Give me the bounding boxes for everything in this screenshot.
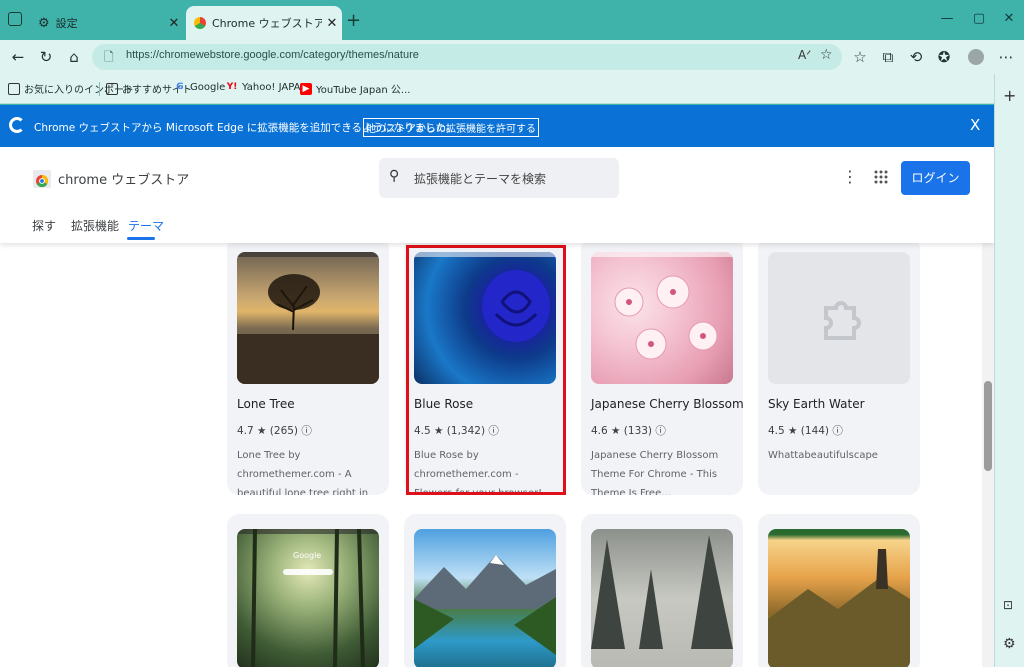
collections-icon[interactable]: ⧉	[876, 46, 900, 68]
theme-thumbnail	[591, 529, 733, 667]
yahoo-icon: Y!	[226, 82, 238, 92]
tab-webstore[interactable]: Chrome ウェブストア - 自然と風景 ✕	[186, 6, 342, 40]
theme-name: Sky Earth Water	[768, 397, 865, 411]
search-icon: ⚲	[389, 168, 400, 184]
extensions-icon[interactable]: ✪	[932, 46, 956, 68]
close-notification-button[interactable]: X	[970, 116, 980, 134]
webstore-page: chrome ウェブストア ⚲ 拡張機能とテーマを検索 ⋮ ログイン 探す 拡張…	[0, 147, 994, 667]
theme-card-highlands[interactable]	[758, 514, 920, 667]
notification-bar: Chrome ウェブストアから Microsoft Edge に拡張機能を追加で…	[0, 105, 994, 147]
favorite-google[interactable]: G Google	[174, 81, 225, 93]
add-favorite-icon[interactable]: ☆	[820, 47, 833, 63]
page-icon	[106, 82, 118, 95]
home-icon[interactable]: ⌂	[62, 46, 86, 68]
favorites-icon[interactable]: ☆	[848, 46, 872, 68]
theme-rating: 4.7 ★ (265) ⓘ	[237, 425, 312, 437]
edge-logo-icon	[9, 117, 25, 133]
more-menu-icon[interactable]: ⋯	[994, 46, 1018, 68]
tab-label: Chrome ウェブストア - 自然と風景	[212, 17, 322, 30]
theme-card-sky-earth-water[interactable]: Sky Earth Water 4.5 ★ (144) ⓘ Whattabeau…	[758, 237, 920, 495]
gear-icon: ⚙	[38, 15, 50, 31]
tab-discover[interactable]: 探す	[32, 217, 56, 234]
theme-description: Lone Tree by chromethemer.com - A beauti…	[237, 450, 369, 495]
maximize-button[interactable]: ▢	[964, 8, 994, 30]
lone-tree-icon	[237, 252, 379, 384]
tab-label: 設定	[55, 17, 78, 30]
mountain-icon	[414, 555, 556, 655]
tab-themes[interactable]: テーマ	[128, 217, 164, 234]
theme-rating: 4.6 ★ (133) ⓘ	[591, 425, 666, 437]
theme-thumbnail	[237, 252, 379, 384]
edge-sidebar: + ⊡ ⚙	[994, 74, 1024, 667]
new-tab-button[interactable]: +	[346, 10, 361, 31]
highlands-icon	[768, 549, 910, 667]
favorites-bar: お気に入りのインポート おすすめサイト G Google Y! Yahoo! JAP…	[0, 74, 1000, 104]
refresh-icon[interactable]: ↻	[34, 46, 58, 68]
read-aloud-icon[interactable]: Aᐟ	[798, 48, 811, 62]
active-tab-indicator	[127, 237, 155, 240]
hide-sidebar-icon[interactable]: ⊡	[1003, 598, 1013, 612]
theme-card-lone-tree[interactable]: Lone Tree 4.7 ★ (265) ⓘ Lone Tree by chr…	[227, 237, 389, 495]
close-tab-icon[interactable]: ✕	[164, 16, 184, 31]
divider	[99, 82, 100, 96]
theme-name: Lone Tree	[237, 397, 295, 411]
login-button[interactable]: ログイン	[901, 161, 970, 195]
store-name: chrome ウェブストア	[58, 173, 190, 188]
page-scrollbar[interactable]	[982, 243, 994, 667]
close-window-button[interactable]: ✕	[994, 8, 1024, 30]
history-icon[interactable]: ⟲	[904, 46, 928, 68]
google-icon: G	[176, 82, 184, 92]
selection-highlight	[406, 245, 566, 495]
favorite-yahoo[interactable]: Y! Yahoo! JAPAN	[226, 81, 308, 93]
page-info-icon[interactable]: 🗋	[104, 48, 114, 69]
url-text: https://chromewebstore.google.com/catego…	[126, 49, 419, 61]
theme-rating: 4.5 ★ (144) ⓘ	[768, 425, 843, 437]
theme-thumbnail	[414, 529, 556, 667]
tab-settings[interactable]: ⚙ 設定 ✕	[30, 6, 184, 40]
add-sidebar-icon[interactable]: +	[1003, 86, 1016, 105]
store-header: chrome ウェブストア ⚲ 拡張機能とテーマを検索 ⋮ ログイン 探す 拡張…	[0, 147, 994, 243]
theme-thumbnail	[591, 252, 733, 384]
profile-avatar-icon[interactable]	[964, 46, 988, 68]
theme-description: Whattabeautifulscape	[768, 450, 878, 461]
browser-toolbar: ← ↻ ⌂ 🗋 https://chromewebstore.google.co…	[0, 40, 1024, 74]
theme-card-cherry-blossom[interactable]: Japanese Cherry Blossom 4.6 ★ (133) ⓘ Ja…	[581, 237, 743, 495]
allow-extensions-button[interactable]: 他のストアからの拡張機能を許可する	[363, 118, 539, 137]
title-bar: ⚙ 設定 ✕ Chrome ウェブストア - 自然と風景 ✕ + — ▢ ✕	[0, 0, 1024, 40]
forest-icon	[237, 529, 379, 667]
theme-thumbnail: Google	[237, 529, 379, 667]
theme-name: Japanese Cherry Blossom	[591, 397, 743, 411]
search-placeholder: 拡張機能とテーマを検索	[414, 172, 547, 186]
blossom-icon	[591, 252, 733, 360]
search-input[interactable]: ⚲ 拡張機能とテーマを検索	[379, 158, 619, 198]
minimize-button[interactable]: —	[932, 8, 962, 30]
youtube-icon: ▶	[300, 82, 312, 95]
theme-description: Japanese Cherry Blossom Theme For Chrome…	[591, 450, 719, 495]
theme-card-winter-forest[interactable]	[581, 514, 743, 667]
chrome-webstore-logo[interactable]	[32, 167, 52, 189]
theme-card-forest[interactable]: Google	[227, 514, 389, 667]
chrome-webstore-icon	[194, 17, 206, 29]
scrollbar-thumb[interactable]	[984, 381, 992, 471]
tab-actions-icon[interactable]	[8, 12, 22, 26]
theme-thumbnail	[768, 252, 910, 384]
settings-icon[interactable]: ⚙	[1003, 636, 1016, 652]
google-logo-text: Google	[293, 551, 322, 560]
apps-grid-icon[interactable]	[873, 169, 889, 185]
tab-extensions[interactable]: 拡張機能	[71, 217, 119, 234]
theme-thumbnail	[768, 529, 910, 667]
winter-forest-icon	[591, 535, 733, 649]
back-icon[interactable]: ←	[6, 46, 30, 68]
favorite-youtube[interactable]: ▶ YouTube Japan 公...	[300, 81, 410, 96]
import-icon	[8, 82, 20, 95]
more-options-icon[interactable]: ⋮	[842, 167, 858, 189]
address-bar[interactable]: 🗋 https://chromewebstore.google.com/cate…	[92, 44, 842, 70]
theme-card-mountain-lake[interactable]	[404, 514, 566, 667]
puzzle-placeholder-icon	[824, 301, 861, 340]
close-tab-icon[interactable]: ✕	[322, 16, 342, 31]
